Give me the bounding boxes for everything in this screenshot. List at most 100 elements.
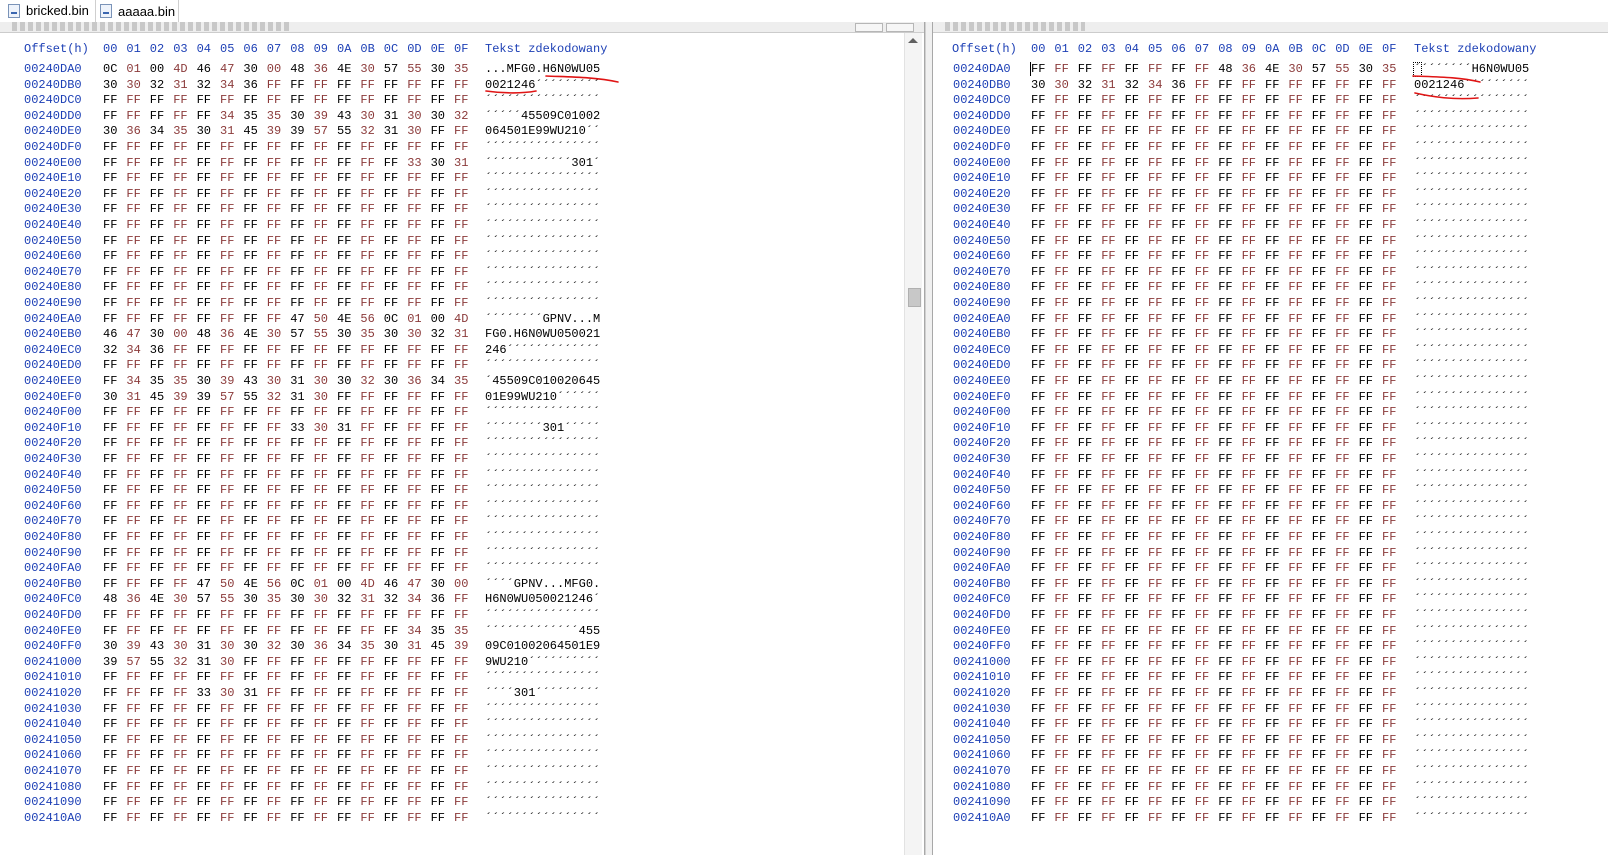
decoded-text[interactable]: ´´´´´´´´´´´´´´´´ — [1414, 452, 1529, 467]
hex-byte[interactable]: FF — [1359, 499, 1379, 514]
hex-byte[interactable]: FF — [243, 312, 263, 327]
hex-byte[interactable]: FF — [150, 140, 170, 155]
hex-byte[interactable]: FF — [360, 811, 380, 826]
hex-byte[interactable]: FF — [454, 764, 474, 779]
hex-byte[interactable]: FF — [267, 483, 287, 498]
hex-byte[interactable]: FF — [407, 265, 427, 280]
hex-byte[interactable]: FF — [1125, 265, 1145, 280]
hex-byte[interactable]: FF — [431, 280, 451, 295]
hex-byte[interactable]: FF — [1078, 514, 1098, 529]
hex-byte[interactable]: FF — [314, 670, 334, 685]
hex-byte[interactable]: FF — [314, 187, 334, 202]
hex-byte[interactable]: 55 — [220, 592, 240, 607]
hex-byte[interactable]: FF — [1265, 343, 1285, 358]
hex-byte[interactable]: FF — [1265, 577, 1285, 592]
hex-byte[interactable]: FF — [1078, 592, 1098, 607]
hex-byte[interactable]: FF — [314, 405, 334, 420]
hex-byte[interactable]: FF — [1195, 514, 1215, 529]
hex-byte[interactable]: FF — [431, 202, 451, 217]
hex-byte[interactable]: FF — [1265, 655, 1285, 670]
hex-byte[interactable]: FF — [197, 483, 217, 498]
hex-byte[interactable]: FF — [1359, 561, 1379, 576]
hex-byte[interactable]: FF — [1125, 561, 1145, 576]
hex-byte[interactable]: FF — [126, 187, 146, 202]
decoded-text[interactable]: ´´´´´´´´´´´´´´´´ — [1414, 468, 1529, 483]
hex-byte[interactable]: FF — [150, 436, 170, 451]
decoded-text[interactable]: ´´´´´´´´´´´´´´´´ — [485, 202, 600, 217]
hex-byte[interactable]: FF — [103, 624, 123, 639]
hex-byte[interactable]: FF — [384, 436, 404, 451]
hex-byte[interactable]: FF — [1195, 296, 1215, 311]
hex-byte[interactable]: FF — [103, 530, 123, 545]
hex-byte[interactable]: 57 — [126, 655, 146, 670]
hex-byte[interactable]: FF — [1054, 234, 1074, 249]
decoded-text[interactable]: ´´´´´´´´´´´´´´´´ — [1414, 780, 1529, 795]
hex-byte[interactable]: FF — [384, 421, 404, 436]
hex-byte[interactable]: FF — [1382, 343, 1402, 358]
hex-byte[interactable]: FF — [220, 499, 240, 514]
hex-byte[interactable]: FF — [1335, 124, 1355, 139]
hex-byte[interactable]: FF — [1359, 702, 1379, 717]
hex-byte[interactable]: FF — [267, 343, 287, 358]
hex-byte[interactable]: FF — [1125, 702, 1145, 717]
hex-byte[interactable]: FF — [1312, 187, 1332, 202]
hex-byte[interactable]: FF — [407, 608, 427, 623]
hex-byte[interactable]: FF — [1218, 280, 1238, 295]
hex-byte[interactable]: FF — [1288, 265, 1308, 280]
hex-byte[interactable]: FF — [1265, 811, 1285, 826]
hex-byte[interactable]: FF — [290, 764, 310, 779]
hex-byte[interactable]: FF — [197, 670, 217, 685]
hex-byte[interactable]: FF — [337, 530, 357, 545]
hex-byte[interactable]: FF — [1148, 639, 1168, 654]
hex-byte[interactable]: 30 — [384, 639, 404, 654]
hex-byte[interactable]: FF — [1078, 187, 1098, 202]
hex-byte[interactable]: FF — [1171, 655, 1191, 670]
hex-byte[interactable]: FF — [1382, 748, 1402, 763]
hex-byte[interactable]: FF — [1171, 702, 1191, 717]
hex-byte[interactable]: 36 — [431, 592, 451, 607]
hex-byte[interactable]: 55 — [407, 62, 427, 77]
hex-byte[interactable]: 32 — [431, 327, 451, 342]
hex-byte[interactable]: FF — [103, 780, 123, 795]
hex-byte[interactable]: 47 — [407, 577, 427, 592]
hex-byte[interactable]: FF — [1195, 156, 1215, 171]
hex-byte[interactable]: FF — [1242, 187, 1262, 202]
hex-byte[interactable]: FF — [1288, 187, 1308, 202]
hex-byte[interactable]: FF — [267, 608, 287, 623]
hex-byte[interactable]: FF — [1312, 327, 1332, 342]
hex-byte[interactable]: FF — [173, 733, 193, 748]
hex-byte[interactable]: FF — [1148, 530, 1168, 545]
hex-byte[interactable]: FF — [290, 140, 310, 155]
hex-byte[interactable]: FF — [1171, 265, 1191, 280]
hex-byte[interactable]: FF — [1359, 296, 1379, 311]
hex-byte[interactable]: FF — [1125, 124, 1145, 139]
hex-byte[interactable]: FF — [1054, 577, 1074, 592]
hex-byte[interactable]: FF — [243, 171, 263, 186]
hex-byte[interactable]: FF — [1265, 374, 1285, 389]
hex-byte[interactable]: FF — [1101, 811, 1121, 826]
hex-byte[interactable]: FF — [1054, 265, 1074, 280]
hex-byte[interactable]: FF — [1078, 717, 1098, 732]
hex-byte[interactable]: FF — [290, 296, 310, 311]
hex-byte[interactable]: FF — [1195, 530, 1215, 545]
hex-byte[interactable]: FF — [126, 483, 146, 498]
hex-byte[interactable]: FF — [1054, 608, 1074, 623]
hex-byte[interactable]: FF — [220, 452, 240, 467]
hex-byte[interactable]: FF — [1288, 436, 1308, 451]
hex-byte[interactable]: FF — [1265, 93, 1285, 108]
hex-byte[interactable]: FF — [1242, 109, 1262, 124]
hex-byte[interactable]: FF — [1382, 764, 1402, 779]
hex-byte[interactable]: FF — [454, 499, 474, 514]
hex-byte[interactable]: FF — [197, 436, 217, 451]
hex-byte[interactable]: FF — [1335, 530, 1355, 545]
decoded-text[interactable]: ´´´´´´´´´´´´´´´´ — [1414, 187, 1529, 202]
hex-byte[interactable]: FF — [1195, 62, 1215, 77]
hex-byte[interactable]: FF — [407, 390, 427, 405]
hex-byte[interactable]: 30 — [220, 655, 240, 670]
hex-byte[interactable]: FF — [407, 405, 427, 420]
hex-byte[interactable]: FF — [1265, 499, 1285, 514]
hex-byte[interactable]: FF — [1125, 156, 1145, 171]
hex-byte[interactable]: FF — [1335, 218, 1355, 233]
hex-byte[interactable]: FF — [1359, 140, 1379, 155]
hex-byte[interactable]: FF — [173, 93, 193, 108]
